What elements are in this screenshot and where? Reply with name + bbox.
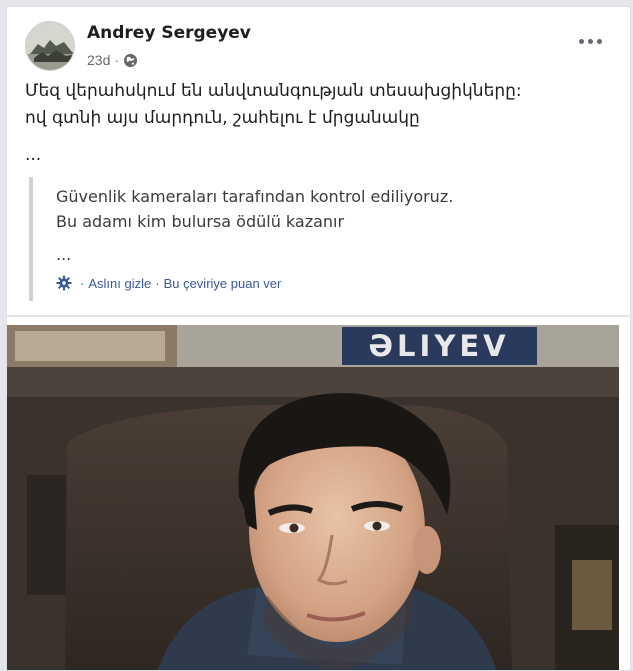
post-card: Andrey Sergeyev 23d · Մեզ վերահսկում են … — [6, 6, 631, 671]
post-photo[interactable]: ƏLIYEV — [7, 325, 619, 670]
post-meta: 23d · — [87, 52, 138, 68]
separator: · — [155, 275, 160, 291]
author-name[interactable]: Andrey Sergeyev — [87, 23, 251, 43]
rate-translation-link[interactable]: Bu çeviriye puan ver — [164, 276, 282, 291]
more-options-button[interactable] — [577, 31, 605, 51]
sign-text: ƏLIYEV — [368, 329, 509, 363]
hide-original-link[interactable]: Aslını gizle — [88, 276, 151, 291]
post-text-ellipsis: ... — [25, 145, 42, 165]
gear-icon[interactable] — [56, 275, 72, 291]
separator: · — [80, 275, 85, 291]
avatar[interactable] — [25, 21, 75, 71]
translation-controls: · Aslını gizle · Bu çeviriye puan ver — [56, 275, 281, 291]
avatar-image — [26, 22, 74, 70]
divider — [7, 315, 630, 317]
globe-icon — [123, 53, 138, 67]
post-header: Andrey Sergeyev 23d · — [25, 21, 615, 77]
translation-block: Güvenlik kameraları tarafından kontrol e… — [29, 177, 609, 301]
more-dot — [579, 39, 584, 44]
post-text-line: Մեզ վերահսկում են անվտանգության տեսախցիկ… — [25, 81, 522, 101]
photo-image: ƏLIYEV — [7, 325, 619, 670]
translation-ellipsis: ... — [56, 245, 72, 264]
post-time[interactable]: 23d — [87, 52, 110, 68]
post-text-line: ով գտնի այս մարդուն, շահելու է մրցանակը — [25, 108, 420, 128]
more-dot — [588, 39, 593, 44]
more-dot — [597, 39, 602, 44]
translation-line: Bu adamı kim bulursa ödülü kazanır — [56, 212, 345, 231]
translation-line: Güvenlik kameraları tarafından kontrol e… — [56, 187, 454, 206]
